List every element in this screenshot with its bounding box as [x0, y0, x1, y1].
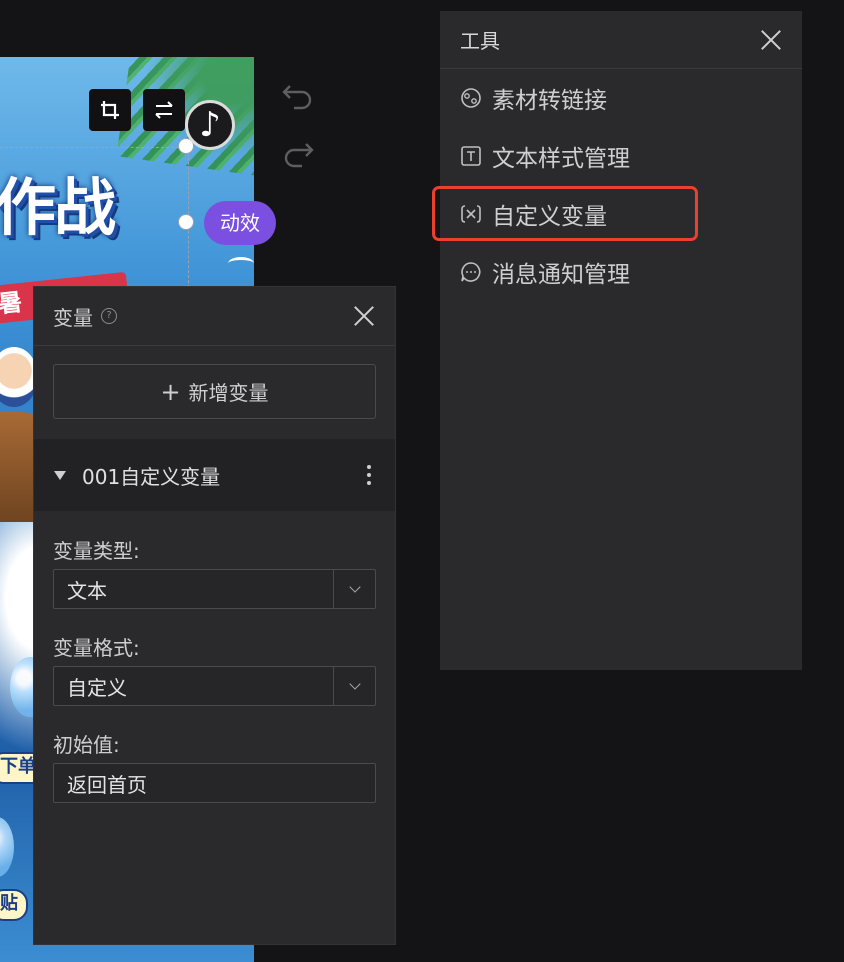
- tool-item-label: 素材转链接: [492, 88, 607, 114]
- animation-button[interactable]: 动效: [204, 201, 276, 245]
- variable-panel-header: 变量 ?: [34, 287, 395, 346]
- redo-button[interactable]: [280, 136, 316, 180]
- tool-item-label: 消息通知管理: [492, 262, 630, 288]
- variable-panel: 变量 ? + 新增变量 001自定义变量 变量类型: 文本 变量格式: 自定义 …: [33, 286, 396, 945]
- variable-type-select[interactable]: 文本: [53, 569, 376, 609]
- add-variable-label: 新增变量: [188, 381, 269, 405]
- help-icon[interactable]: ?: [101, 308, 117, 324]
- close-variable-icon[interactable]: [353, 305, 375, 327]
- text-style-icon: [460, 145, 482, 167]
- plus-icon: +: [160, 377, 181, 406]
- crop-button[interactable]: [89, 89, 131, 131]
- tool-item-label: 文本样式管理: [492, 146, 630, 172]
- variable-type-value: 文本: [67, 578, 107, 603]
- variable-type-label: 变量类型:: [53, 539, 140, 563]
- tool-item-text-style[interactable]: 文本样式管理: [440, 127, 802, 185]
- ribbon-text: 暑: [0, 287, 24, 319]
- variable-icon: [460, 203, 482, 225]
- close-tools-icon[interactable]: [760, 29, 782, 51]
- resize-handle[interactable]: [178, 214, 194, 230]
- music-button[interactable]: ♪: [185, 100, 235, 150]
- tools-panel-title: 工具: [460, 29, 500, 53]
- poster-tag: 贴: [0, 889, 28, 921]
- music-note-icon: ♪: [199, 105, 221, 145]
- tools-list: 素材转链接 文本样式管理 自定义变量 消息通知管理: [440, 69, 802, 301]
- tool-item-material-link[interactable]: 素材转链接: [440, 69, 802, 127]
- chevron-down-icon[interactable]: [333, 667, 375, 705]
- swap-icon: [155, 101, 173, 119]
- seagull-decoration: [228, 257, 254, 270]
- variable-group-header[interactable]: 001自定义变量: [34, 439, 395, 511]
- initial-value-label: 初始值:: [53, 733, 120, 757]
- undo-button[interactable]: [280, 78, 316, 122]
- variable-format-value: 自定义: [67, 675, 127, 700]
- add-variable-button[interactable]: + 新增变量: [53, 364, 376, 419]
- variable-panel-title: 变量 ?: [53, 302, 117, 331]
- tool-item-label: 自定义变量: [492, 204, 607, 230]
- more-options-icon[interactable]: [363, 461, 375, 489]
- swap-button[interactable]: [143, 89, 185, 131]
- variable-panel-title-text: 变量: [53, 305, 93, 330]
- tool-item-custom-variable[interactable]: 自定义变量: [440, 185, 802, 243]
- tool-item-message-notify[interactable]: 消息通知管理: [440, 243, 802, 301]
- initial-value-input[interactable]: [53, 763, 376, 803]
- undo-icon: [282, 85, 312, 110]
- material-link-icon: [460, 87, 482, 109]
- message-icon: [460, 261, 482, 283]
- variable-format-label: 变量格式:: [53, 636, 140, 660]
- chevron-down-icon[interactable]: [333, 570, 375, 608]
- variable-format-select[interactable]: 自定义: [53, 666, 376, 706]
- tools-panel: 工具 素材转链接 文本样式管理 自定义变量 消息通知管理: [440, 11, 802, 670]
- tools-panel-header: 工具: [440, 11, 802, 69]
- crop-icon: [101, 101, 119, 119]
- redo-icon: [284, 143, 314, 168]
- selection-box[interactable]: [0, 147, 189, 288]
- variable-name: 001自定义变量: [82, 464, 221, 489]
- caret-down-icon[interactable]: [54, 470, 66, 480]
